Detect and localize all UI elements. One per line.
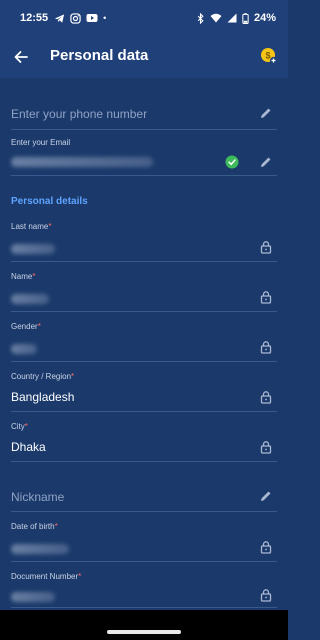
gesture-nav-bar bbox=[0, 610, 288, 640]
wifi-icon bbox=[210, 13, 222, 23]
dob-value-redacted bbox=[11, 544, 69, 554]
lock-icon bbox=[260, 241, 272, 254]
pencil-icon[interactable] bbox=[259, 489, 273, 503]
status-notification-icons: • bbox=[54, 12, 107, 24]
page-title: Personal data bbox=[50, 47, 149, 64]
battery-icon bbox=[242, 12, 249, 24]
document-number-label: Document Number* bbox=[11, 572, 82, 581]
email-value-redacted bbox=[11, 157, 153, 167]
lock-icon bbox=[260, 589, 272, 602]
city-value: Dhaka bbox=[11, 440, 46, 454]
status-bar: 12:55 • 24% bbox=[0, 0, 288, 36]
back-button[interactable] bbox=[10, 46, 32, 68]
gender-value-redacted bbox=[11, 344, 37, 354]
last-name-value-redacted bbox=[11, 244, 55, 254]
pencil-icon[interactable] bbox=[259, 106, 273, 120]
last-name-field[interactable]: Last name* bbox=[11, 222, 277, 262]
section-personal-details: Personal details bbox=[11, 196, 88, 207]
document-number-field[interactable]: Document Number* bbox=[11, 572, 277, 608]
lock-icon bbox=[260, 441, 272, 454]
arrow-left-icon bbox=[14, 51, 28, 63]
svg-text:$: $ bbox=[265, 51, 270, 61]
battery-percent: 24% bbox=[253, 12, 276, 24]
lock-icon bbox=[260, 341, 272, 354]
phone-field[interactable]: Enter your phone number bbox=[11, 92, 277, 130]
status-dot: • bbox=[103, 13, 107, 23]
city-label: City* bbox=[11, 422, 28, 431]
status-system-icons: 24% bbox=[196, 12, 276, 24]
dob-field[interactable]: Date of birth* bbox=[11, 522, 277, 562]
name-label: Name* bbox=[11, 272, 36, 281]
email-field[interactable]: Enter your Email bbox=[11, 136, 277, 176]
coin-add-icon: $ bbox=[261, 48, 278, 65]
personal-data-form: Enter your phone number Enter your Email… bbox=[0, 78, 288, 610]
pencil-icon[interactable] bbox=[259, 155, 273, 169]
phone-placeholder: Enter your phone number bbox=[11, 107, 148, 121]
nickname-placeholder: Nickname bbox=[11, 490, 65, 504]
gender-label: Gender* bbox=[11, 322, 41, 331]
country-field[interactable]: Country / Region* Bangladesh bbox=[11, 372, 277, 412]
city-field[interactable]: City* Dhaka bbox=[11, 422, 277, 462]
home-gesture-handle[interactable] bbox=[107, 630, 181, 634]
check-circle-icon bbox=[225, 155, 239, 169]
country-label: Country / Region* bbox=[11, 372, 75, 381]
name-field[interactable]: Name* bbox=[11, 272, 277, 312]
country-value: Bangladesh bbox=[11, 390, 75, 404]
youtube-icon bbox=[86, 14, 98, 22]
coin-add-button[interactable]: $ bbox=[260, 47, 278, 65]
signal-icon bbox=[227, 13, 237, 23]
email-label: Enter your Email bbox=[11, 138, 71, 147]
nickname-field[interactable]: Nickname bbox=[11, 478, 277, 512]
lock-icon bbox=[260, 541, 272, 554]
telegram-icon bbox=[55, 13, 65, 23]
status-time: 12:55 bbox=[20, 12, 49, 24]
document-number-value-redacted bbox=[11, 592, 55, 602]
name-value-redacted bbox=[11, 294, 49, 304]
instagram-icon bbox=[70, 12, 81, 24]
lock-icon bbox=[260, 391, 272, 404]
app-bar: Personal data $ bbox=[0, 36, 288, 78]
gender-field[interactable]: Gender* bbox=[11, 322, 277, 362]
bluetooth-icon bbox=[197, 12, 204, 24]
dob-label: Date of birth* bbox=[11, 522, 58, 531]
last-name-label: Last name* bbox=[11, 222, 52, 231]
lock-icon bbox=[260, 291, 272, 304]
